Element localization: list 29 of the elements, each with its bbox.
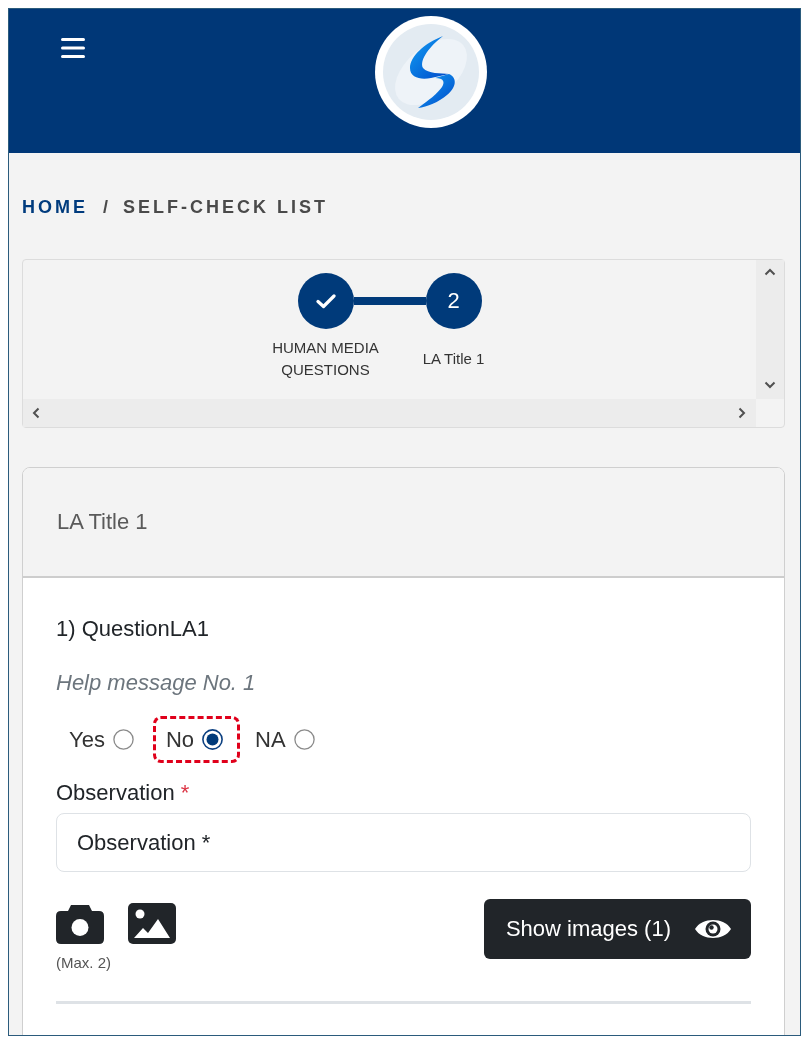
required-asterisk: * bbox=[180, 779, 190, 807]
chevron-down-icon[interactable] bbox=[764, 381, 776, 389]
camera-icon[interactable] bbox=[56, 903, 104, 944]
question-text: 1) QuestionLA1 bbox=[56, 615, 209, 643]
step-label: HUMAN MEDIA QUESTIONS bbox=[271, 338, 380, 380]
card-title: LA Title 1 bbox=[57, 509, 148, 535]
step-number: 2 bbox=[425, 273, 482, 329]
breadcrumb-link[interactable]: HOME bbox=[22, 196, 88, 218]
breadcrumb-current: SELF-CHECK LIST bbox=[123, 196, 328, 218]
radio-button[interactable] bbox=[112, 729, 134, 750]
chevron-left-icon[interactable] bbox=[32, 407, 40, 419]
radio-button[interactable] bbox=[202, 729, 223, 750]
field-label: Observation bbox=[56, 779, 175, 807]
image-icon[interactable] bbox=[128, 903, 176, 944]
observation-field[interactable]: Observation * bbox=[56, 813, 751, 872]
radio-button[interactable] bbox=[293, 729, 315, 750]
help-message: Help message No. 1 bbox=[56, 669, 256, 697]
radio-option[interactable]: No bbox=[152, 716, 240, 763]
radio-option[interactable]: NA bbox=[242, 716, 332, 763]
breadcrumb-separator: / bbox=[103, 196, 108, 218]
max-note: (Max. 2) bbox=[56, 954, 111, 972]
logo-icon bbox=[375, 16, 487, 128]
menu-icon[interactable] bbox=[61, 38, 85, 58]
radio-option[interactable]: Yes bbox=[56, 716, 151, 763]
check-icon bbox=[315, 293, 336, 309]
show-images-button[interactable]: Show images (1) bbox=[483, 899, 751, 959]
chevron-up-icon[interactable] bbox=[764, 268, 776, 276]
step-label: LA Title 1 bbox=[422, 349, 485, 369]
chevron-right-icon[interactable] bbox=[738, 407, 746, 419]
